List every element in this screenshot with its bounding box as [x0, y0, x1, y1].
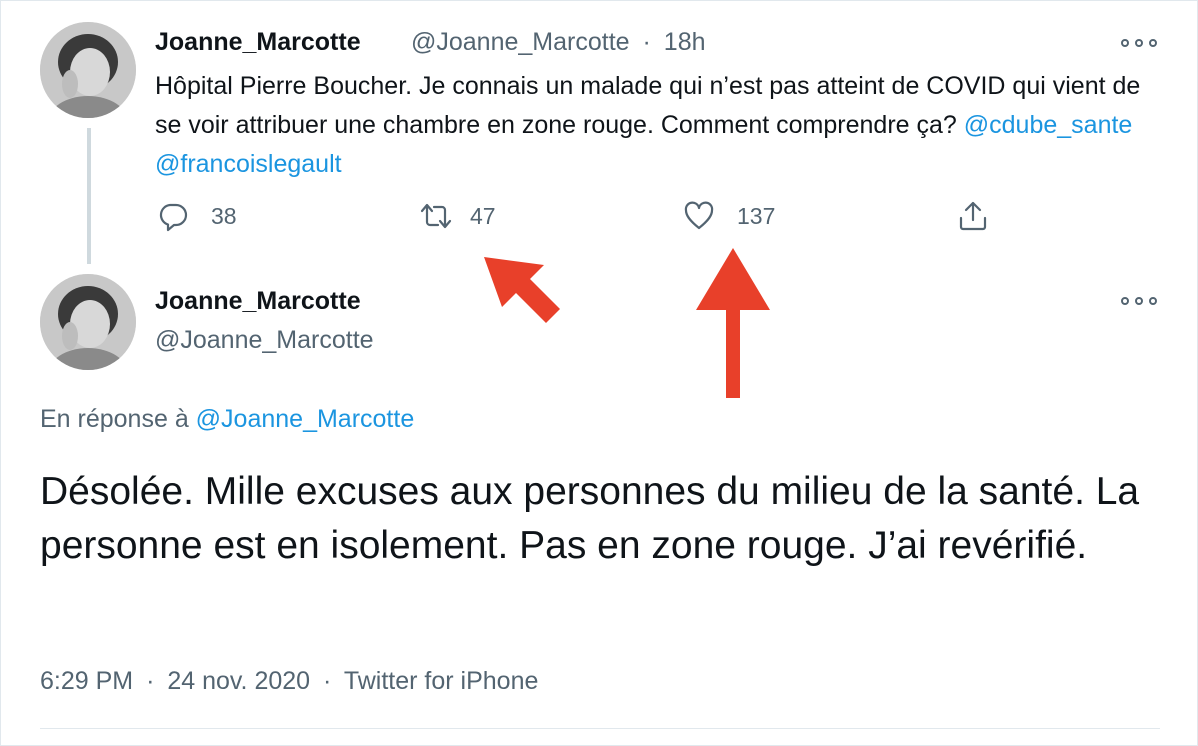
- reply-button[interactable]: 38: [157, 200, 237, 232]
- author-handle-text: @Joanne_Marcotte: [411, 28, 630, 56]
- arrow-annotation-diagonal: [484, 257, 560, 323]
- reply-icon: [159, 203, 188, 232]
- author-name[interactable]: Joanne_Marcotte: [155, 28, 361, 57]
- more-icon[interactable]: [1121, 36, 1157, 50]
- like-count: 137: [737, 202, 776, 229]
- like-icon: [684, 201, 714, 230]
- meta-separator: ·: [642, 28, 651, 56]
- reply-tweet-text: Désolée. Mille excuses aux personnes du …: [40, 470, 1140, 567]
- retweet-count: 47: [470, 202, 496, 229]
- share-button[interactable]: [957, 200, 989, 232]
- tweet-metadata: 6:29 PM · 24 nov. 2020 · Twitter for iPh…: [40, 667, 538, 696]
- tweet-text: Hôpital Pierre Boucher. Je connais un ma…: [155, 67, 1165, 184]
- reply-context: En réponse à @Joanne_Marcotte: [40, 405, 414, 434]
- tweet-date[interactable]: 24 nov. 2020: [167, 667, 310, 695]
- thread-connector-line: [87, 128, 91, 264]
- author-handle[interactable]: @Joanne_Marcotte · 18h: [411, 28, 706, 57]
- tweet-time[interactable]: 6:29 PM: [40, 667, 133, 695]
- mention-link[interactable]: @francoislegault: [155, 150, 342, 178]
- avatar-photo: [40, 274, 136, 370]
- reply-prefix: En réponse à: [40, 405, 189, 433]
- more-icon[interactable]: [1121, 294, 1157, 308]
- share-icon: [959, 201, 987, 231]
- arrow-annotation-vertical: [696, 248, 770, 398]
- avatar-photo: [40, 22, 136, 118]
- divider: [40, 728, 1160, 729]
- avatar[interactable]: [40, 22, 136, 118]
- tweet-age: 18h: [663, 28, 706, 56]
- mention-link[interactable]: @cdube_sante: [964, 111, 1133, 139]
- author-handle[interactable]: @Joanne_Marcotte: [155, 326, 374, 355]
- retweet-icon: [420, 203, 452, 229]
- reply-count: 38: [211, 202, 237, 229]
- reply-to-handle-link[interactable]: @Joanne_Marcotte: [196, 405, 415, 433]
- meta-separator: ·: [146, 667, 155, 695]
- avatar[interactable]: [40, 274, 136, 370]
- tweet-source-link[interactable]: Twitter for iPhone: [344, 667, 539, 695]
- meta-separator: ·: [323, 667, 332, 695]
- author-name[interactable]: Joanne_Marcotte: [155, 287, 361, 316]
- retweet-button[interactable]: 47: [418, 200, 496, 232]
- like-button[interactable]: 137: [683, 200, 775, 232]
